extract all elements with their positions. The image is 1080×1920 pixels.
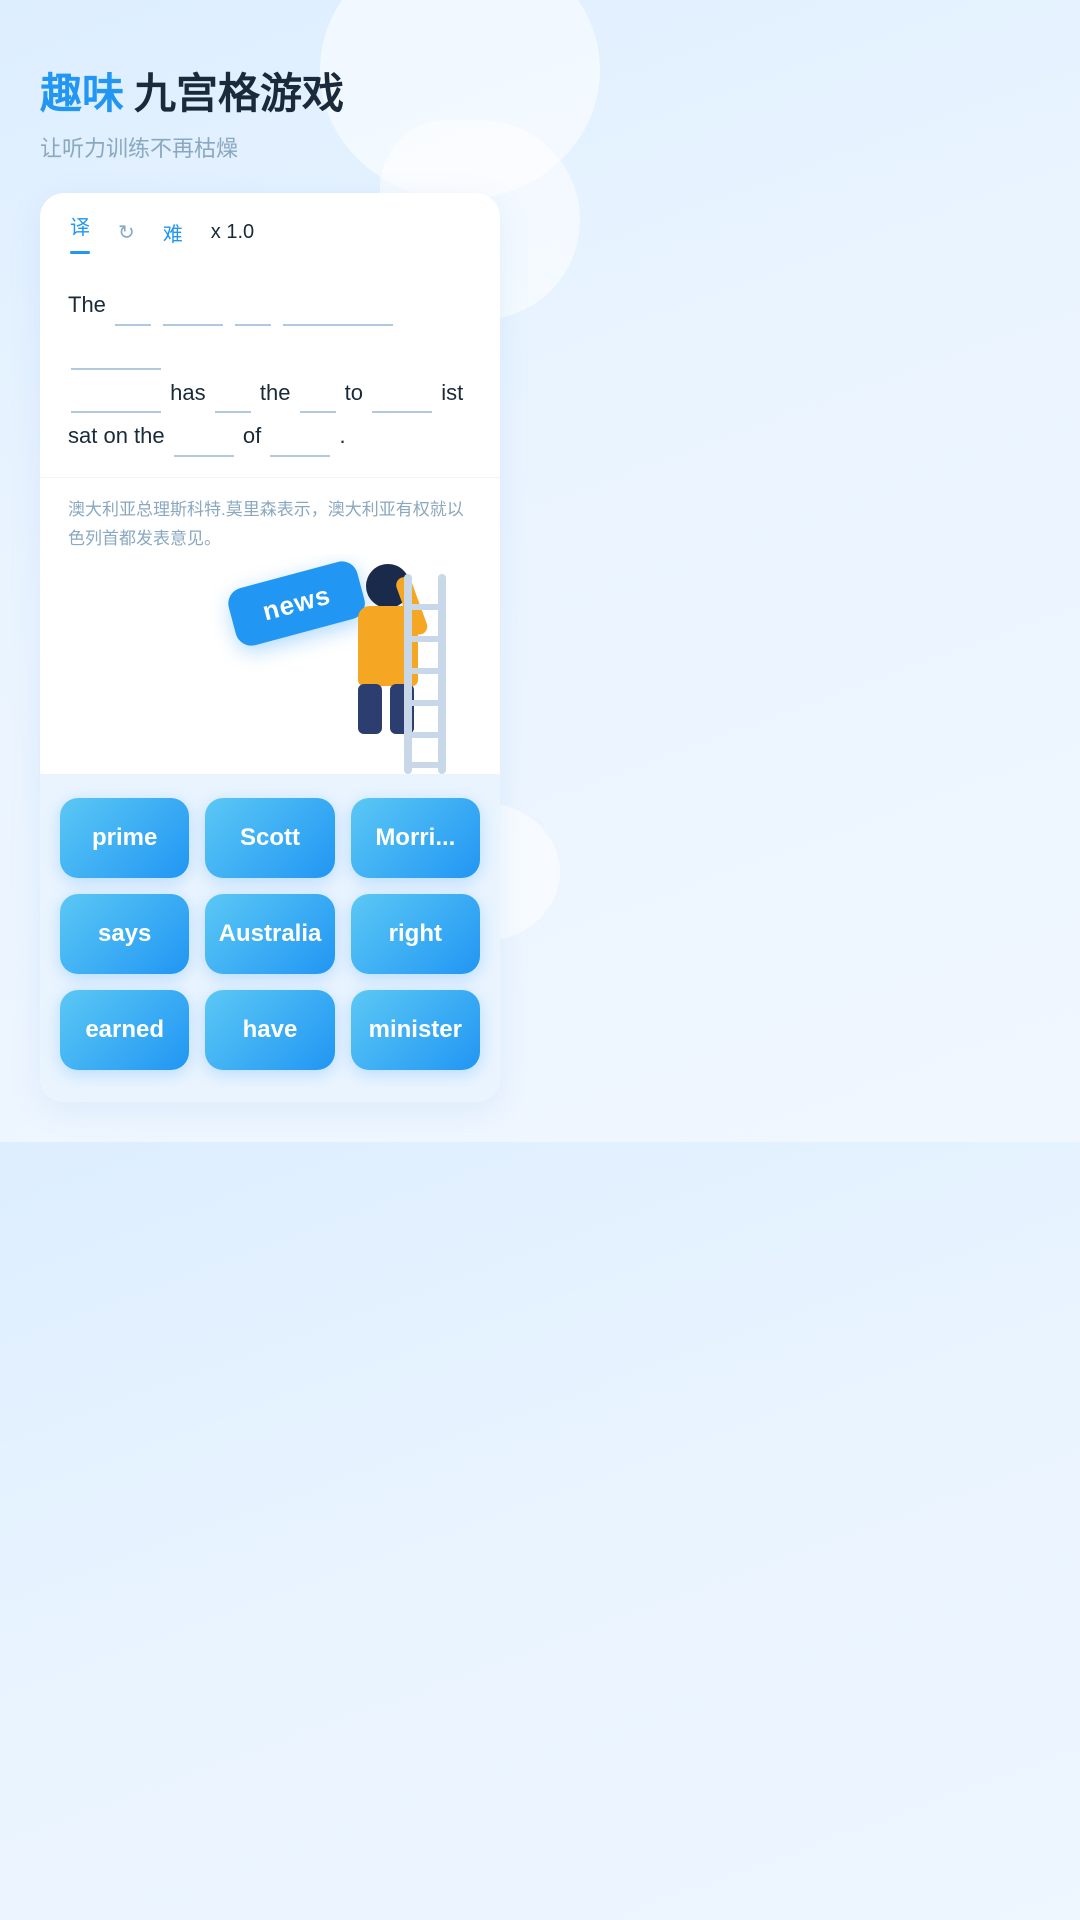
subtitle: 让听力训练不再枯燥 [40, 131, 500, 163]
word-btn-prime[interactable]: prime [60, 798, 189, 878]
word-btn-minister[interactable]: minister [351, 990, 480, 1070]
title-blue: 趣味 [40, 60, 124, 121]
title-dark: 九宫格游戏 [134, 60, 344, 121]
blank-9 [372, 370, 432, 414]
blank-7 [215, 370, 251, 414]
ladder [400, 574, 450, 774]
blank-5 [71, 326, 161, 370]
word-btn-have[interactable]: have [205, 990, 334, 1070]
tab-translate[interactable]: 译 [70, 211, 90, 254]
person-illustration [300, 554, 460, 774]
translation-text: 澳大利亚总理斯科特.莫里森表示，澳大利亚有权就以色列首都发表意见。 [40, 478, 500, 554]
tab-speed[interactable]: x 1.0 [211, 221, 254, 244]
tab-bar: 译 ↻ 难 x 1.0 [40, 193, 500, 254]
blank-8 [300, 370, 336, 414]
word-btn-earned[interactable]: earned [60, 990, 189, 1070]
word-btn-says[interactable]: says [60, 894, 189, 974]
page-header: 趣味 九宫格游戏 让听力训练不再枯燥 [40, 60, 500, 163]
word-btn-scott[interactable]: Scott [205, 798, 334, 878]
blank-1 [115, 282, 151, 326]
blank-3 [235, 282, 271, 326]
blank-10 [174, 413, 234, 457]
tab-refresh-icon[interactable]: ↻ [118, 220, 135, 245]
tab-difficulty[interactable]: 难 [163, 218, 183, 247]
word-grid: prime Scott Morri... says Australia righ… [40, 774, 500, 1102]
main-card: 译 ↻ 难 x 1.0 The has the to [40, 193, 500, 1102]
blank-4 [283, 282, 393, 326]
word-btn-right[interactable]: right [351, 894, 480, 974]
blank-2 [163, 282, 223, 326]
word-btn-morrison[interactable]: Morri... [351, 798, 480, 878]
illustration-area: news [40, 554, 500, 774]
word-btn-australia[interactable]: Australia [205, 894, 334, 974]
blank-11 [270, 413, 330, 457]
blank-6 [71, 370, 161, 414]
person-leg-left [358, 684, 382, 734]
sentence-area: The has the to ist sat on the o [40, 254, 500, 478]
